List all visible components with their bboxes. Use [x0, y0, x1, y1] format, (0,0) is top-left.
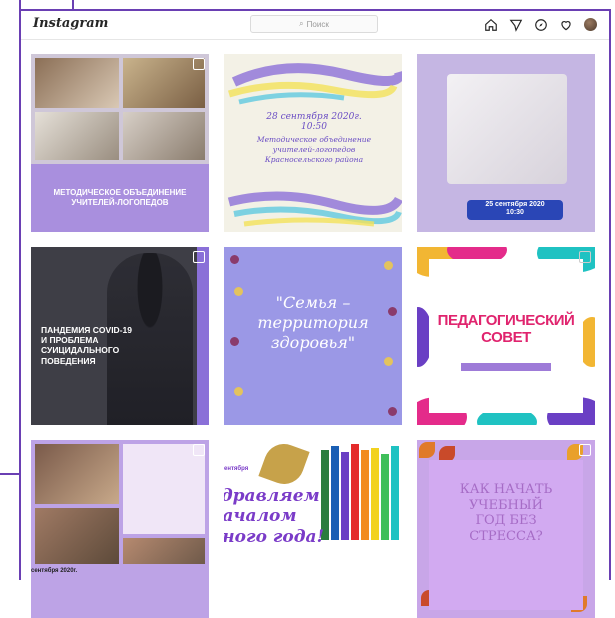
date-badge: 25 сентября 2020 10:30 — [467, 200, 563, 220]
post-text: 28 сентября 2020г. 10:50 Методическое об… — [244, 112, 384, 165]
laptop-photo — [447, 74, 567, 184]
decor-dot — [388, 407, 397, 416]
post-title: ПАНДЕМИЯ COVID-19 И ПРОБЛЕМА СУИЦИДАЛЬНО… — [41, 325, 132, 366]
autumn-leaf — [258, 440, 310, 490]
profile-avatar[interactable] — [582, 16, 599, 33]
home-icon[interactable] — [482, 16, 499, 33]
photo-collage — [123, 538, 205, 564]
search-icon: ⌕ — [299, 19, 304, 28]
post-tile[interactable]: ентября здравляем началом бного года! — [224, 440, 402, 618]
post-tile[interactable]: 25 сентября 2020 10:30 — [417, 54, 595, 232]
frame-line — [609, 9, 611, 580]
search-input[interactable]: ⌕ Поиск — [250, 15, 378, 33]
decor-dot — [230, 255, 239, 264]
frame-line — [19, 9, 21, 580]
post-date: 28 сентября 2020г. 10:50 — [266, 112, 362, 132]
post-caption-band: МЕТОДИЧЕСКОЕ ОБЪЕДИНЕНИЕ УЧИТЕЛЕЙ-ЛОГОПЕ… — [31, 164, 209, 232]
direct-icon[interactable] — [507, 16, 524, 33]
post-title: КАК НАЧАТЬ УЧЕБНЫЙ ГОД БЕЗ СТРЕССА? — [459, 482, 553, 544]
post-date: сентября 2020г. — [31, 568, 78, 574]
explore-icon[interactable] — [532, 16, 549, 33]
autumn-leaf — [419, 442, 435, 458]
multiple-posts-icon — [579, 251, 591, 263]
post-tile[interactable]: "Семья – территория здоровья" — [224, 247, 402, 425]
decor-dot — [234, 287, 243, 296]
decor-dot — [230, 337, 239, 346]
post-title: здравляем началом бного года! — [224, 486, 325, 547]
frame-line — [0, 473, 19, 475]
photo-collage — [35, 508, 119, 564]
top-navigation-bar: Instagram ⌕ Поиск — [21, 11, 609, 40]
post-tile[interactable]: 28 сентября 2020г. 10:50 Методическое об… — [224, 54, 402, 232]
decor-dot — [234, 387, 243, 396]
post-tile[interactable]: ПАНДЕМИЯ COVID-19 И ПРОБЛЕМА СУИЦИДАЛЬНО… — [31, 247, 209, 425]
instagram-logo[interactable]: Instagram — [33, 16, 108, 31]
avatar — [584, 18, 597, 31]
multiple-posts-icon — [193, 251, 205, 263]
post-title: ПЕДАГОГИЧЕСКИЙ СОВЕТ — [437, 312, 575, 346]
post-title: "Семья – территория здоровья" — [257, 293, 369, 352]
multiple-posts-icon — [579, 444, 591, 456]
nav-icons — [482, 16, 599, 33]
post-tile[interactable]: МЕТОДИЧЕСКОЕ ОБЪЕДИНЕНИЕ УЧИТЕЛЕЙ-ЛОГОПЕ… — [31, 54, 209, 232]
multiple-posts-icon — [193, 444, 205, 456]
heart-icon[interactable] — [557, 16, 574, 33]
post-tag: ентября — [224, 466, 249, 472]
post-tile[interactable]: КАК НАЧАТЬ УЧЕБНЫЙ ГОД БЕЗ СТРЕССА? — [417, 440, 595, 618]
accent-bar — [461, 363, 551, 371]
search-placeholder: Поиск — [306, 19, 329, 29]
decor-dot — [388, 307, 397, 316]
decor-dot — [384, 357, 393, 366]
photo-collage — [35, 112, 119, 160]
post-tile[interactable]: ПЕДАГОГИЧЕСКИЙ СОВЕТ — [417, 247, 595, 425]
post-caption: МЕТОДИЧЕСКОЕ ОБЪЕДИНЕНИЕ УЧИТЕЛЕЙ-ЛОГОПЕ… — [53, 188, 187, 207]
accent-stripe — [197, 247, 209, 425]
decor-dot — [384, 261, 393, 270]
photo-collage — [123, 112, 205, 160]
multiple-posts-icon — [193, 58, 205, 70]
post-body: Методическое объединение учителей-логопе… — [256, 135, 372, 165]
post-textbox — [123, 444, 205, 534]
photo-collage — [35, 444, 119, 504]
post-tile[interactable]: сентября 2020г. — [31, 440, 209, 618]
photo-collage — [35, 58, 119, 108]
